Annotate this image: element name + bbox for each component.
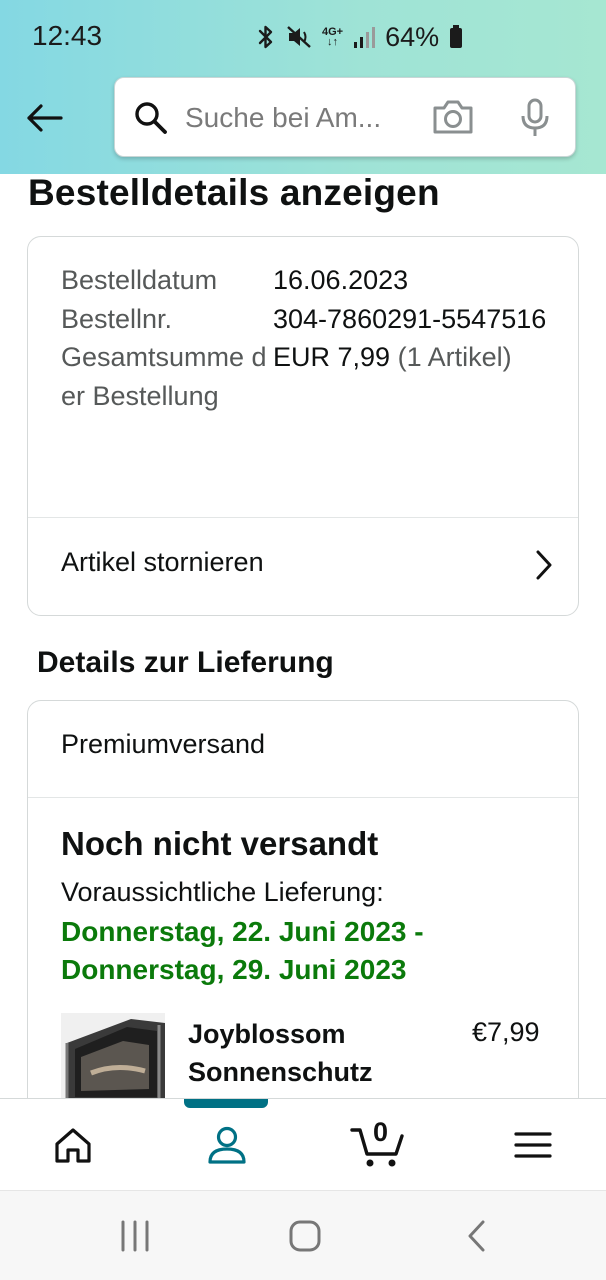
search-input[interactable] [185, 98, 415, 138]
order-date-row: Bestelldatum 16.06.2023 [61, 261, 561, 300]
app-header: 12:43 4G+ ↓↑ 64% [0, 0, 606, 174]
menu-icon [514, 1132, 552, 1158]
order-number-value: 304-7860291-5547516 [273, 303, 547, 334]
microphone-icon[interactable] [519, 98, 551, 143]
nav-home-button[interactable] [28, 1099, 118, 1191]
battery-icon [449, 25, 463, 49]
order-info: Bestelldatum 16.06.2023 Bestellnr. 304-7… [61, 261, 561, 415]
home-button[interactable] [275, 1213, 335, 1259]
nav-account-button[interactable] [182, 1099, 272, 1191]
recent-apps-icon [121, 1220, 149, 1252]
account-icon [208, 1126, 246, 1164]
bottom-navigation: 0 [0, 1098, 606, 1190]
recent-apps-button[interactable] [105, 1213, 165, 1259]
cancel-items-label: Artikel stornieren [61, 547, 264, 577]
system-navigation-bar [0, 1190, 606, 1280]
order-summary-card: Bestelldatum 16.06.2023 Bestellnr. 304-7… [27, 236, 579, 616]
order-number-label: Bestellnr. [61, 303, 173, 334]
delivery-section-title: Details zur Lieferung [37, 646, 334, 679]
mute-vibrate-icon [286, 24, 312, 50]
product-name-link[interactable]: Joyblossom Sonnenschutz [188, 1015, 428, 1091]
home-button-icon [289, 1220, 321, 1252]
cancel-items-link[interactable]: Artikel stornieren [28, 518, 578, 615]
bluetooth-icon [256, 24, 276, 50]
eta-date-range: Donnerstag, 22. Juni 2023 - Donnerstag, … [61, 916, 424, 985]
system-back-button[interactable] [446, 1213, 506, 1259]
product-price: €7,99 [472, 1017, 540, 1047]
nav-cart-button[interactable]: 0 [333, 1099, 423, 1191]
order-date-label: Bestelldatum [61, 265, 218, 295]
home-icon [55, 1128, 91, 1163]
nav-menu-button[interactable] [488, 1099, 578, 1191]
4g-data-icon: 4G+ ↓↑ [322, 26, 344, 48]
signal-icon [353, 25, 376, 49]
page-title: Bestelldetails anzeigen [28, 172, 440, 213]
eta-label: Voraussichtliche Lieferung: [61, 877, 384, 907]
order-total-amount: EUR 7,99 [273, 342, 391, 372]
camera-icon[interactable] [431, 98, 475, 141]
back-button[interactable] [22, 96, 66, 140]
delivery-card: Premiumversand Noch nicht versandt Vorau… [27, 700, 579, 1140]
battery-percent: 64% [385, 21, 440, 52]
status-time: 12:43 [32, 20, 103, 51]
back-arrow-icon [27, 104, 63, 132]
shipment-status: Noch nicht versandt [61, 825, 379, 862]
shipping-method: Premiumversand [61, 729, 266, 759]
status-icons: 4G+ ↓↑ 64% [256, 20, 463, 54]
order-total-row: Gesamtsumme der Bestellung EUR 7,99 (1 A… [61, 338, 561, 415]
search-icon[interactable] [133, 100, 169, 141]
order-total-value: EUR 7,99 (1 Artikel) [273, 338, 561, 415]
order-number-row: Bestellnr. 304-7860291-5547516 [61, 300, 561, 339]
cart-count: 0 [373, 1117, 389, 1147]
order-date-value: 16.06.2023 [273, 265, 409, 295]
product-image[interactable] [61, 1013, 165, 1103]
order-total-label: Gesamtsumme der Bestellung [61, 342, 267, 411]
chevron-right-icon [534, 548, 554, 587]
search-bar[interactable] [114, 77, 576, 157]
divider [28, 797, 578, 798]
back-icon [468, 1220, 485, 1252]
order-item-count: (1 Artikel) [397, 342, 512, 372]
